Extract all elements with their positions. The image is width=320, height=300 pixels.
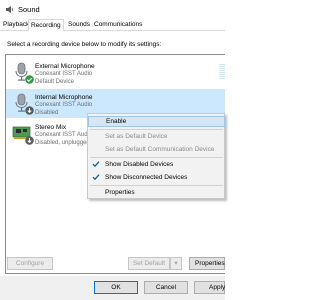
set-default-dropdown-button[interactable]: ▾ xyxy=(170,257,182,270)
window-title: Sound xyxy=(18,4,40,14)
menu-separator xyxy=(90,157,223,158)
device-status: Default Device xyxy=(35,79,75,85)
cancel-button[interactable]: Cancel xyxy=(144,281,188,294)
menu-separator xyxy=(90,185,223,186)
configure-button[interactable]: Configure xyxy=(7,257,53,270)
properties-button[interactable]: Properties xyxy=(189,257,225,270)
menu-item-show-disabled-devices[interactable]: Show Disabled Devices xyxy=(88,159,225,170)
tab-sounds[interactable]: Sounds xyxy=(66,20,92,31)
menu-item-label: Show Disconnected Devices xyxy=(105,174,188,181)
checkmark-icon xyxy=(92,160,100,168)
chevron-down-icon: ▾ xyxy=(174,260,178,267)
device-name: Stereo Mix xyxy=(35,124,67,131)
menu-item-enable[interactable]: Enable xyxy=(88,116,225,127)
instructions-text: Select a recording device below to modif… xyxy=(7,41,162,48)
device-status: Disabled xyxy=(35,110,59,116)
device-driver: Conexant ISST Audio xyxy=(35,132,93,138)
disabled-arrow-icon xyxy=(25,136,34,145)
device-driver: Conexant ISST Audio xyxy=(35,102,93,108)
green-check-icon xyxy=(25,75,34,84)
menu-item-properties[interactable]: Properties xyxy=(88,187,225,198)
device-name: External Microphone xyxy=(35,63,95,70)
title-bar: Sound xyxy=(0,0,225,18)
tab-communications[interactable]: Communications xyxy=(92,20,144,31)
set-default-button[interactable]: Set Default xyxy=(128,257,170,270)
context-menu: Enable Set as Default Device Set as Defa… xyxy=(87,113,225,199)
checkmark-icon xyxy=(92,173,100,181)
device-external-microphone[interactable]: External Microphone Conexant ISST Audio … xyxy=(6,58,225,87)
apply-button[interactable]: Apply xyxy=(194,281,225,294)
menu-item-show-disconnected-devices[interactable]: Show Disconnected Devices xyxy=(88,172,225,183)
speaker-icon xyxy=(5,5,14,14)
menu-item-set-default-communication-device[interactable]: Set as Default Communication Device xyxy=(88,144,225,155)
device-driver: Conexant ISST Audio xyxy=(35,71,93,77)
tab-strip: Playback Recording Sounds Communications xyxy=(0,18,225,32)
menu-separator xyxy=(90,129,223,130)
ok-button[interactable]: OK xyxy=(94,281,138,294)
tab-playback[interactable]: Playback xyxy=(1,20,31,31)
level-meter xyxy=(219,64,225,80)
device-status: Disabled, unplugged xyxy=(35,140,90,146)
device-name: Internal Microphone xyxy=(35,94,93,101)
menu-item-label: Show Disabled Devices xyxy=(105,161,174,168)
disabled-arrow-icon xyxy=(25,106,34,115)
menu-item-set-default-device[interactable]: Set as Default Device xyxy=(88,131,225,142)
